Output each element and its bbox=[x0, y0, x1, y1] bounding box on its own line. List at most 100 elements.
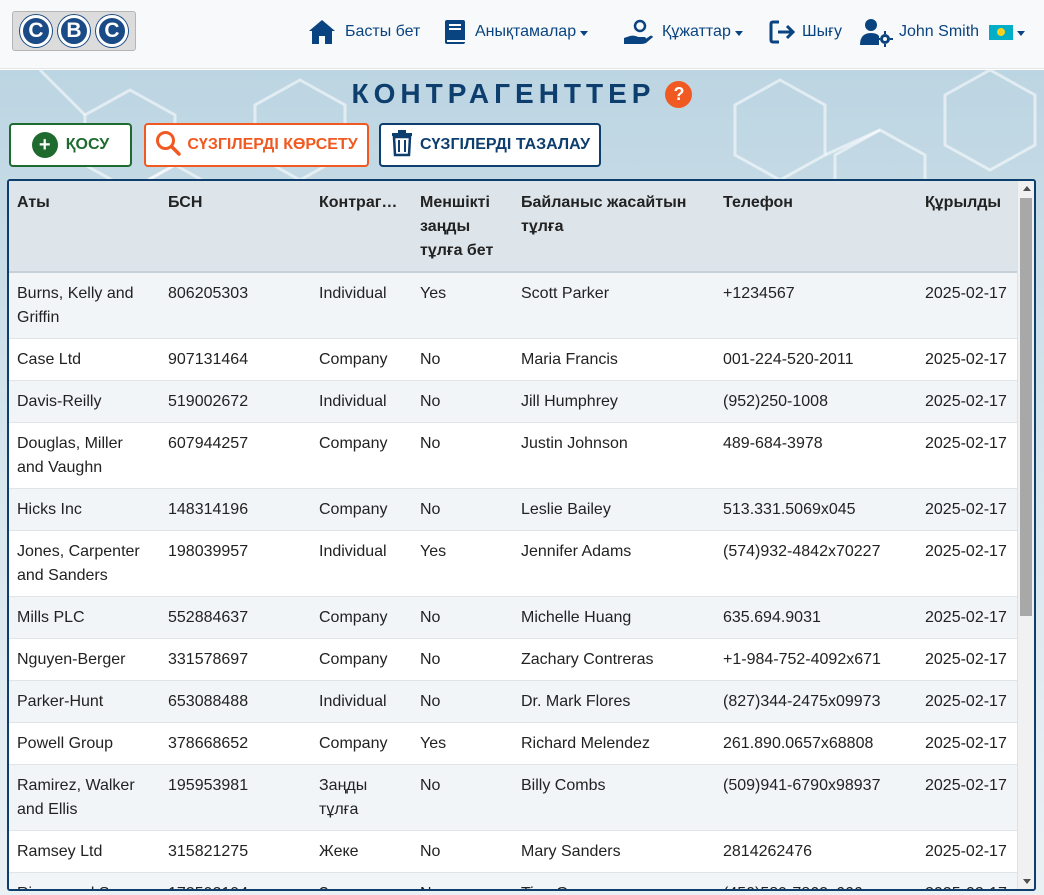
cell-bin: 552884637 bbox=[160, 596, 311, 639]
table-row[interactable]: Nguyen-Berger 331578697 Company No Zachary C… bbox=[9, 638, 1019, 681]
clear-filters-button[interactable]: СҮЗГІЛЕРДІ ТАЗАЛАУ bbox=[379, 123, 601, 167]
cell-own-entity: No bbox=[412, 680, 513, 723]
cell-own-entity: No bbox=[412, 638, 513, 681]
chevron-down-icon bbox=[1017, 30, 1026, 36]
nav-logout[interactable]: Шығу bbox=[769, 17, 842, 47]
cell-name: Rivera and Sons bbox=[9, 872, 160, 889]
table-row[interactable]: Powell Group 378668652 Company Yes Richard M… bbox=[9, 722, 1019, 765]
cell-own-entity: No bbox=[412, 764, 513, 831]
page-title: КОНТРАГЕНТТЕР bbox=[351, 78, 656, 109]
nav-documents[interactable]: Құжаттар bbox=[622, 17, 743, 47]
column-header-contact[interactable]: Байланыс жасайтын тұлға bbox=[513, 181, 715, 273]
cell-contact: Richard Melendez bbox=[513, 722, 715, 765]
cell-phone: (952)250-1008 bbox=[715, 380, 917, 423]
top-navbar: C B C Басты бет Анықтамалар Құжаттар Шығ… bbox=[0, 0, 1044, 69]
table-row[interactable]: Davis-Reilly 519002672 Individual No Jill Hu… bbox=[9, 380, 1019, 423]
cell-type: Company bbox=[311, 596, 412, 639]
cell-type: Жеке bbox=[311, 830, 412, 873]
cell-own-entity: No bbox=[412, 338, 513, 381]
table-row[interactable]: Rivera and Sons172592194ЗаңдыNoTina Garz… bbox=[9, 872, 1019, 889]
cell-phone: 513.331.5069x045 bbox=[715, 488, 917, 531]
column-header-name[interactable]: Аты bbox=[9, 181, 160, 273]
home-icon bbox=[307, 18, 337, 46]
cell-contact: Jill Humphrey bbox=[513, 380, 715, 423]
logo-letter: C bbox=[20, 15, 52, 47]
scroll-down-icon[interactable] bbox=[1023, 879, 1031, 884]
nav-user-menu[interactable]: John Smith bbox=[859, 17, 1026, 47]
nav-directories[interactable]: Анықтамалар bbox=[443, 17, 589, 47]
cell-type: Company bbox=[311, 638, 412, 681]
cell-phone: (450)589-7862x666 bbox=[715, 872, 917, 889]
cell-name: Hicks Inc bbox=[9, 488, 160, 531]
cell-created: 2025-02-17 bbox=[917, 764, 1019, 831]
cell-created: 2025-02-17 bbox=[917, 422, 1019, 489]
cell-own-entity: Yes bbox=[412, 530, 513, 597]
column-header-own-entity[interactable]: Меншікті заңды тұлға бет bbox=[412, 181, 513, 273]
cell-created: 2025-02-17 bbox=[917, 530, 1019, 597]
column-header-created[interactable]: Құрылды bbox=[917, 181, 1019, 273]
cell-bin: 653088488 bbox=[160, 680, 311, 723]
cell-type: Заңды bbox=[311, 872, 412, 889]
table-scrollbar[interactable] bbox=[1017, 181, 1034, 889]
table-row[interactable]: Burns, Kelly and Griffin 806205303 Individ… bbox=[9, 272, 1019, 339]
cell-created: 2025-02-17 bbox=[917, 338, 1019, 381]
table-row[interactable]: Ramirez, Walker and Ellis 195953981 Заңды … bbox=[9, 764, 1019, 831]
cell-name: Mills PLC bbox=[9, 596, 160, 639]
kazakhstan-flag-icon bbox=[989, 24, 1014, 40]
show-filters-button[interactable]: СҮЗГІЛЕРДІ КӨРСЕТУ bbox=[144, 123, 369, 167]
table-row[interactable]: Mills PLC 552884637 Company No Michelle Huan… bbox=[9, 596, 1019, 639]
column-header-bin[interactable]: БСН bbox=[160, 181, 311, 273]
cell-bin: 172592194 bbox=[160, 872, 311, 889]
book-icon bbox=[443, 18, 467, 46]
logo-letter: C bbox=[96, 15, 128, 47]
cell-contact: Maria Francis bbox=[513, 338, 715, 381]
nav-logout-label: Шығу bbox=[802, 23, 842, 40]
trash-icon bbox=[390, 129, 420, 162]
logout-icon bbox=[769, 19, 797, 45]
cell-phone: 489-684-3978 bbox=[715, 422, 917, 489]
table-row[interactable]: Ramsey Ltd 315821275 Жеке No Mary Sanders 281… bbox=[9, 830, 1019, 873]
cell-name: Burns, Kelly and Griffin bbox=[9, 272, 160, 339]
user-name: John Smith bbox=[899, 23, 980, 40]
cell-created: 2025-02-17 bbox=[917, 272, 1019, 339]
chevron-down-icon bbox=[734, 30, 743, 36]
cell-type: Company bbox=[311, 488, 412, 531]
column-header-type[interactable]: Контрагент түрі bbox=[311, 181, 412, 273]
cell-own-entity: No bbox=[412, 488, 513, 531]
cell-contact: Justin Johnson bbox=[513, 422, 715, 489]
cell-contact: Jennifer Adams bbox=[513, 530, 715, 597]
nav-home[interactable]: Басты бет bbox=[307, 17, 420, 47]
cell-phone: +1234567 bbox=[715, 272, 917, 339]
table-row[interactable]: Parker-Hunt 653088488 Individual No Dr. Mark… bbox=[9, 680, 1019, 723]
table-row[interactable]: Case Ltd 907131464 Company No Maria Francis 0… bbox=[9, 338, 1019, 381]
add-button[interactable]: + ҚОСУ bbox=[9, 123, 132, 167]
question-icon[interactable]: ? bbox=[665, 80, 693, 108]
cell-bin: 195953981 bbox=[160, 764, 311, 831]
cell-own-entity: No bbox=[412, 872, 513, 889]
cell-name: Jones, Carpenter and Sanders bbox=[9, 530, 160, 597]
cell-bin: 148314196 bbox=[160, 488, 311, 531]
cell-created: 2025-02-17 bbox=[917, 830, 1019, 873]
user-cog-icon bbox=[859, 17, 893, 47]
column-header-type-label: Контрагент түрі bbox=[319, 194, 404, 211]
cell-type: Individual bbox=[311, 380, 412, 423]
brand-logo[interactable]: C B C bbox=[12, 11, 136, 51]
cell-type: Company bbox=[311, 422, 412, 489]
cell-name: Powell Group bbox=[9, 722, 160, 765]
show-filters-label: СҮЗГІЛЕРДІ КӨРСЕТУ bbox=[187, 136, 358, 153]
table-row[interactable]: Jones, Carpenter and Sanders 198039957 Ind… bbox=[9, 530, 1019, 597]
scrollbar-thumb[interactable] bbox=[1020, 198, 1032, 616]
column-header-phone[interactable]: Телефон bbox=[715, 181, 917, 273]
cell-own-entity: No bbox=[412, 422, 513, 489]
cell-created: 2025-02-17 bbox=[917, 596, 1019, 639]
cell-bin: 198039957 bbox=[160, 530, 311, 597]
scroll-up-icon[interactable] bbox=[1023, 186, 1031, 191]
counterparties-table: Аты БСН Контрагент түрі Меншікті заңды т… bbox=[7, 179, 1036, 891]
cell-phone: +1-984-752-4092x671 bbox=[715, 638, 917, 681]
hand-coin-icon bbox=[622, 18, 654, 46]
table-header-row: Аты БСН Контрагент түрі Меншікті заңды т… bbox=[9, 181, 1019, 273]
cell-bin: 519002672 bbox=[160, 380, 311, 423]
table-row[interactable]: Douglas, Miller and Vaughn 607944257 Compa… bbox=[9, 422, 1019, 489]
page-title-bar: КОНТРАГЕНТТЕР? bbox=[0, 78, 1044, 114]
table-row[interactable]: Hicks Inc 148314196 Company No Leslie Bailey… bbox=[9, 488, 1019, 531]
